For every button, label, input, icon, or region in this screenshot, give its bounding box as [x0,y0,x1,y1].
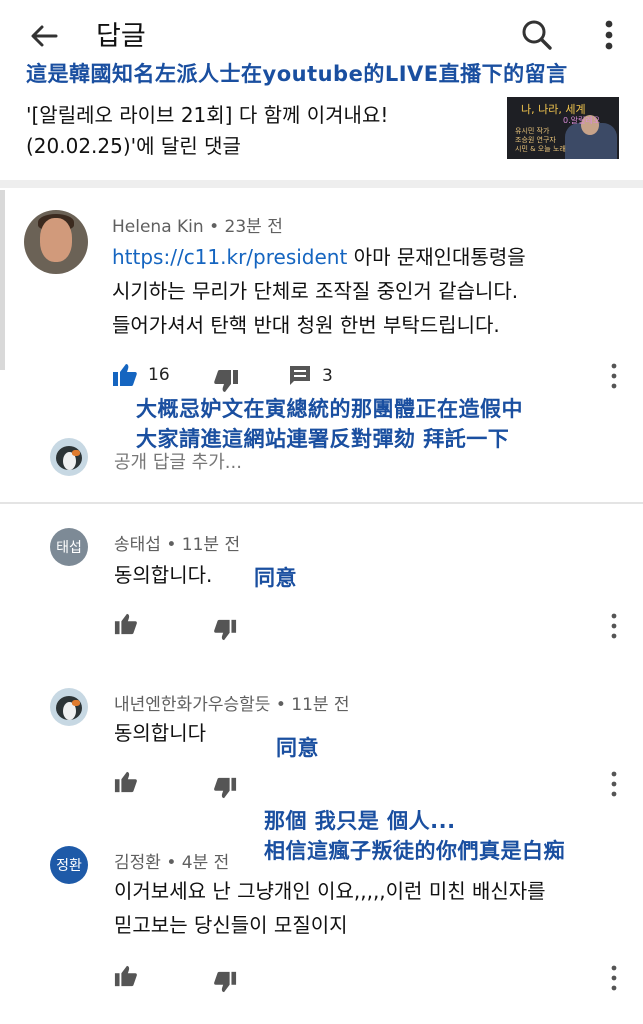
thumb-down-icon [214,370,238,392]
reply-author[interactable]: 김정환 [114,853,161,873]
reply-count: 3 [322,366,333,386]
like-button[interactable]: 16 [112,362,170,388]
avatar[interactable] [50,688,88,726]
thumb-up-icon [114,965,137,987]
thumb-up-icon [114,613,137,635]
video-thumbnail[interactable]: 나, 나라, 세계 0.알릴레오 유시민 작가 조승원 연구자 시민 & 오늘 … [507,97,619,159]
like-button[interactable] [114,770,138,794]
dislike-button[interactable] [213,368,239,394]
reply-time: 4분 전 [181,853,230,873]
reply-text: 동의합니다. [114,563,213,587]
reply-meta: 송태섭 • 11분 전 [114,535,241,555]
reply-time: 11분 전 [181,535,241,555]
page-title: 답글 [96,21,146,52]
reply-count-button[interactable]: 3 [288,364,333,388]
context-line-2: (20.02.25)'에 달린 댓글 [26,134,241,158]
annotation-reply-3: 那個 我只是 個人... 相信這瘋子叛徒的你們真是白痴 [264,809,565,863]
annotation-top: 這是韓國知名左派人士在youtube的LIVE直播下的留言 [26,62,568,86]
avatar [50,438,88,476]
back-button[interactable] [26,18,62,54]
video-context[interactable]: '[알릴레오 라이브 21회] 다 함께 이겨내요! (20.02.25)'에 … [26,100,496,162]
thumb-up-icon [114,771,137,793]
search-button[interactable] [518,16,556,54]
thumb-down-icon [214,619,237,641]
scroll-indicator[interactable] [0,190,5,370]
comment-author[interactable]: Helena Kin [112,217,204,237]
reply-text: 동의합니다 [114,721,206,745]
reply-meta: 김정환 • 4분 전 [114,853,230,873]
reply-time: 11분 전 [291,695,350,715]
reply-author[interactable]: 내년엔한화가우승할듯 [114,695,270,715]
more-vert-icon[interactable] [608,362,620,390]
avatar[interactable]: 태섭 [50,528,88,566]
reply-text: 이거보세요 난 그냥개인 이요,,,,,이런 미친 배신자를 믿고보는 당신들이… [114,879,546,937]
context-line-1: '[알릴레오 라이브 21회] 다 함께 이겨내요! [26,103,389,127]
comment-icon [290,366,310,385]
more-options-button[interactable] [596,16,622,54]
comment-time: 23분 전 [224,217,283,237]
reply-author[interactable]: 송태섭 [114,535,161,555]
comment-text: https://c11.kr/president 아마 문재인대통령을 시기하는… [112,245,526,337]
thumbnail-caption: 유시민 작가 조승원 연구자 시민 & 오늘 노래 [515,127,566,153]
dislike-button[interactable] [213,970,237,994]
more-vert-icon[interactable] [608,770,620,798]
annotation-reply-1: 同意 [254,566,297,590]
dislike-button[interactable] [213,776,237,800]
like-button[interactable] [114,964,138,988]
avatar[interactable] [24,210,88,274]
like-count: 16 [148,365,170,385]
thumbnail-subtitle: 0.알릴레오 [563,116,601,125]
comment-meta: Helena Kin • 23분 전 [112,217,283,237]
more-vert-icon[interactable] [608,964,620,992]
more-vert-icon[interactable] [608,612,620,640]
reply-input[interactable]: 공개 답글 추가... [114,448,242,474]
reply-divider [0,502,643,504]
reply-meta: 내년엔한화가우승할듯 • 11분 전 [114,695,350,715]
thumb-down-icon [214,971,237,993]
comment-link[interactable]: https://c11.kr/president [112,245,347,269]
section-divider [0,180,643,188]
annotation-middle: 大概忌妒文在寅總統的那團體正在造假中 大家請進這網站連署反對彈劾 拜託一下 [136,397,523,451]
avatar[interactable]: 정환 [50,846,88,884]
annotation-reply-2: 同意 [276,736,319,760]
thumb-up-icon [113,364,137,386]
thumb-down-icon [214,777,237,799]
back-arrow-icon [31,25,58,47]
more-vert-icon [605,20,613,50]
search-icon [522,20,552,50]
dislike-button[interactable] [213,618,237,642]
like-button[interactable] [114,612,138,636]
